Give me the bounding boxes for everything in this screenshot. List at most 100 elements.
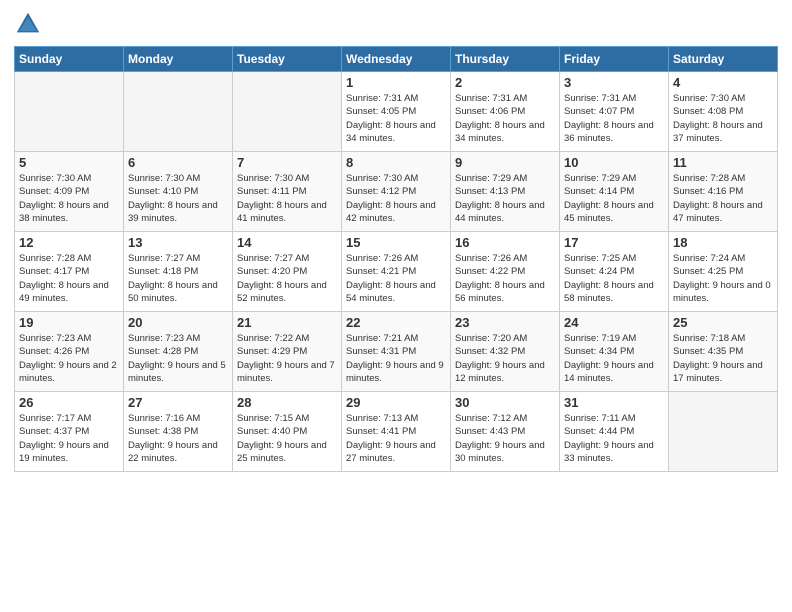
day-number: 23	[455, 315, 555, 330]
day-number: 8	[346, 155, 446, 170]
day-number: 3	[564, 75, 664, 90]
calendar-cell	[15, 72, 124, 152]
calendar-cell: 6 Sunrise: 7:30 AM Sunset: 4:10 PM Daylig…	[124, 152, 233, 232]
calendar-table: SundayMondayTuesdayWednesdayThursdayFrid…	[14, 46, 778, 472]
calendar-cell: 31 Sunrise: 7:11 AM Sunset: 4:44 PM Dayli…	[560, 392, 669, 472]
day-info: Sunrise: 7:23 AM Sunset: 4:28 PM Dayligh…	[128, 332, 228, 385]
calendar-cell: 9Sunrise: 7:29 AM Sunset: 4:13 PM Daylig…	[451, 152, 560, 232]
header	[14, 10, 778, 38]
calendar-week-row: 19 Sunrise: 7:23 AM Sunset: 4:26 PM Dayli…	[15, 312, 778, 392]
calendar-week-row: 26Sunrise: 7:17 AM Sunset: 4:37 PM Dayli…	[15, 392, 778, 472]
day-info: Sunrise: 7:19 AM Sunset: 4:34 PM Dayligh…	[564, 332, 664, 385]
calendar-day-header: Tuesday	[233, 47, 342, 72]
day-info: Sunrise: 7:22 AM Sunset: 4:29 PM Dayligh…	[237, 332, 337, 385]
day-number: 12	[19, 235, 119, 250]
calendar-cell: 2 Sunrise: 7:31 AM Sunset: 4:06 PM Daylig…	[451, 72, 560, 152]
day-info: Sunrise: 7:12 AM Sunset: 4:43 PM Dayligh…	[455, 412, 555, 465]
day-number: 7	[237, 155, 337, 170]
calendar-cell: 19 Sunrise: 7:23 AM Sunset: 4:26 PM Dayli…	[15, 312, 124, 392]
calendar-cell: 29Sunrise: 7:13 AM Sunset: 4:41 PM Dayli…	[342, 392, 451, 472]
day-info: Sunrise: 7:16 AM Sunset: 4:38 PM Dayligh…	[128, 412, 228, 465]
day-info: Sunrise: 7:23 AM Sunset: 4:26 PM Dayligh…	[19, 332, 119, 385]
day-info: Sunrise: 7:30 AM Sunset: 4:09 PM Dayligh…	[19, 172, 119, 225]
calendar-day-header: Thursday	[451, 47, 560, 72]
day-number: 28	[237, 395, 337, 410]
day-number: 19	[19, 315, 119, 330]
calendar-cell: 28 Sunrise: 7:15 AM Sunset: 4:40 PM Dayli…	[233, 392, 342, 472]
day-number: 2	[455, 75, 555, 90]
calendar-cell: 23 Sunrise: 7:20 AM Sunset: 4:32 PM Dayli…	[451, 312, 560, 392]
calendar-cell: 17 Sunrise: 7:25 AM Sunset: 4:24 PM Dayli…	[560, 232, 669, 312]
day-info: Sunrise: 7:26 AM Sunset: 4:21 PM Dayligh…	[346, 252, 446, 305]
calendar-cell: 10Sunrise: 7:29 AM Sunset: 4:14 PM Dayli…	[560, 152, 669, 232]
day-info: Sunrise: 7:18 AM Sunset: 4:35 PM Dayligh…	[673, 332, 773, 385]
calendar-day-header: Sunday	[15, 47, 124, 72]
day-number: 1	[346, 75, 446, 90]
day-info: Sunrise: 7:20 AM Sunset: 4:32 PM Dayligh…	[455, 332, 555, 385]
day-number: 4	[673, 75, 773, 90]
day-info: Sunrise: 7:28 AM Sunset: 4:16 PM Dayligh…	[673, 172, 773, 225]
day-info: Sunrise: 7:15 AM Sunset: 4:40 PM Dayligh…	[237, 412, 337, 465]
day-number: 24	[564, 315, 664, 330]
day-number: 6	[128, 155, 228, 170]
calendar-day-header: Saturday	[669, 47, 778, 72]
day-info: Sunrise: 7:31 AM Sunset: 4:06 PM Dayligh…	[455, 92, 555, 145]
day-number: 29	[346, 395, 446, 410]
calendar-week-row: 1 Sunrise: 7:31 AM Sunset: 4:05 PM Daylig…	[15, 72, 778, 152]
calendar-cell: 11 Sunrise: 7:28 AM Sunset: 4:16 PM Dayli…	[669, 152, 778, 232]
calendar-cell: 15Sunrise: 7:26 AM Sunset: 4:21 PM Dayli…	[342, 232, 451, 312]
calendar-day-header: Monday	[124, 47, 233, 72]
calendar-cell: 5 Sunrise: 7:30 AM Sunset: 4:09 PM Daylig…	[15, 152, 124, 232]
day-number: 9	[455, 155, 555, 170]
day-number: 5	[19, 155, 119, 170]
day-info: Sunrise: 7:25 AM Sunset: 4:24 PM Dayligh…	[564, 252, 664, 305]
day-info: Sunrise: 7:30 AM Sunset: 4:10 PM Dayligh…	[128, 172, 228, 225]
logo	[14, 10, 46, 38]
day-info: Sunrise: 7:24 AM Sunset: 4:25 PM Dayligh…	[673, 252, 773, 305]
calendar-week-row: 12 Sunrise: 7:28 AM Sunset: 4:17 PM Dayli…	[15, 232, 778, 312]
calendar-cell: 1 Sunrise: 7:31 AM Sunset: 4:05 PM Daylig…	[342, 72, 451, 152]
calendar-cell	[124, 72, 233, 152]
day-info: Sunrise: 7:30 AM Sunset: 4:12 PM Dayligh…	[346, 172, 446, 225]
day-number: 31	[564, 395, 664, 410]
calendar-cell: 24 Sunrise: 7:19 AM Sunset: 4:34 PM Dayli…	[560, 312, 669, 392]
calendar-cell	[233, 72, 342, 152]
calendar-day-header: Friday	[560, 47, 669, 72]
calendar-header-row: SundayMondayTuesdayWednesdayThursdayFrid…	[15, 47, 778, 72]
calendar-cell: 25 Sunrise: 7:18 AM Sunset: 4:35 PM Dayli…	[669, 312, 778, 392]
calendar-cell: 26Sunrise: 7:17 AM Sunset: 4:37 PM Dayli…	[15, 392, 124, 472]
day-info: Sunrise: 7:31 AM Sunset: 4:07 PM Dayligh…	[564, 92, 664, 145]
day-number: 20	[128, 315, 228, 330]
day-number: 14	[237, 235, 337, 250]
day-number: 25	[673, 315, 773, 330]
calendar-cell: 14 Sunrise: 7:27 AM Sunset: 4:20 PM Dayli…	[233, 232, 342, 312]
calendar-cell: 27 Sunrise: 7:16 AM Sunset: 4:38 PM Dayli…	[124, 392, 233, 472]
calendar-cell: 22Sunrise: 7:21 AM Sunset: 4:31 PM Dayli…	[342, 312, 451, 392]
day-number: 17	[564, 235, 664, 250]
day-number: 30	[455, 395, 555, 410]
calendar-cell: 18Sunrise: 7:24 AM Sunset: 4:25 PM Dayli…	[669, 232, 778, 312]
day-info: Sunrise: 7:27 AM Sunset: 4:20 PM Dayligh…	[237, 252, 337, 305]
day-number: 21	[237, 315, 337, 330]
calendar-cell: 8 Sunrise: 7:30 AM Sunset: 4:12 PM Daylig…	[342, 152, 451, 232]
calendar-cell: 7Sunrise: 7:30 AM Sunset: 4:11 PM Daylig…	[233, 152, 342, 232]
calendar-day-header: Wednesday	[342, 47, 451, 72]
day-number: 13	[128, 235, 228, 250]
day-info: Sunrise: 7:31 AM Sunset: 4:05 PM Dayligh…	[346, 92, 446, 145]
day-info: Sunrise: 7:11 AM Sunset: 4:44 PM Dayligh…	[564, 412, 664, 465]
day-info: Sunrise: 7:30 AM Sunset: 4:08 PM Dayligh…	[673, 92, 773, 145]
day-info: Sunrise: 7:26 AM Sunset: 4:22 PM Dayligh…	[455, 252, 555, 305]
day-number: 27	[128, 395, 228, 410]
day-info: Sunrise: 7:28 AM Sunset: 4:17 PM Dayligh…	[19, 252, 119, 305]
calendar-cell: 20 Sunrise: 7:23 AM Sunset: 4:28 PM Dayli…	[124, 312, 233, 392]
day-info: Sunrise: 7:27 AM Sunset: 4:18 PM Dayligh…	[128, 252, 228, 305]
calendar-cell: 16 Sunrise: 7:26 AM Sunset: 4:22 PM Dayli…	[451, 232, 560, 312]
day-number: 16	[455, 235, 555, 250]
day-info: Sunrise: 7:17 AM Sunset: 4:37 PM Dayligh…	[19, 412, 119, 465]
calendar-cell: 30 Sunrise: 7:12 AM Sunset: 4:43 PM Dayli…	[451, 392, 560, 472]
calendar-cell: 4 Sunrise: 7:30 AM Sunset: 4:08 PM Daylig…	[669, 72, 778, 152]
day-info: Sunrise: 7:21 AM Sunset: 4:31 PM Dayligh…	[346, 332, 446, 385]
day-number: 11	[673, 155, 773, 170]
calendar-cell: 21 Sunrise: 7:22 AM Sunset: 4:29 PM Dayli…	[233, 312, 342, 392]
page-container: SundayMondayTuesdayWednesdayThursdayFrid…	[0, 0, 792, 612]
